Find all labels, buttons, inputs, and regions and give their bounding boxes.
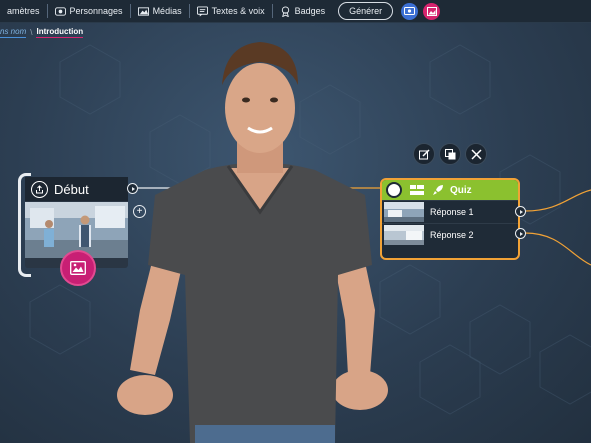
avatar-character — [117, 42, 388, 443]
image-icon — [70, 261, 86, 275]
duplicate-icon — [444, 148, 455, 159]
answer-1-output-port[interactable] — [515, 206, 526, 217]
answer-thumbnail — [384, 225, 424, 245]
edit-icon — [418, 148, 430, 159]
quiz-answer-row[interactable]: Réponse 2 — [382, 223, 518, 246]
rocket-icon — [433, 185, 443, 195]
node-edit-tools — [413, 143, 487, 165]
quiz-answer-row[interactable]: Réponse 1 — [382, 200, 518, 223]
start-node-media-badge[interactable] — [60, 250, 96, 286]
quiz-answer-label: Réponse 2 — [430, 230, 474, 240]
quiz-node-header: Quiz — [382, 180, 518, 200]
answer-thumbnail — [384, 202, 424, 222]
duplicate-node-button[interactable] — [439, 143, 461, 165]
start-node-title: Début — [54, 181, 89, 197]
edit-node-button[interactable] — [413, 143, 435, 165]
delete-node-button[interactable] — [465, 143, 487, 165]
answer-2-output-port[interactable] — [515, 228, 526, 239]
close-icon — [470, 148, 482, 160]
quiz-node[interactable]: Quiz Réponse 1 Réponse 2 — [380, 178, 520, 260]
quiz-input-port-icon[interactable] — [386, 182, 402, 198]
export-icon — [31, 180, 48, 198]
quiz-answer-label: Réponse 1 — [430, 207, 474, 217]
quiz-node-title: Quiz — [450, 184, 472, 196]
layout-icon — [410, 185, 424, 195]
